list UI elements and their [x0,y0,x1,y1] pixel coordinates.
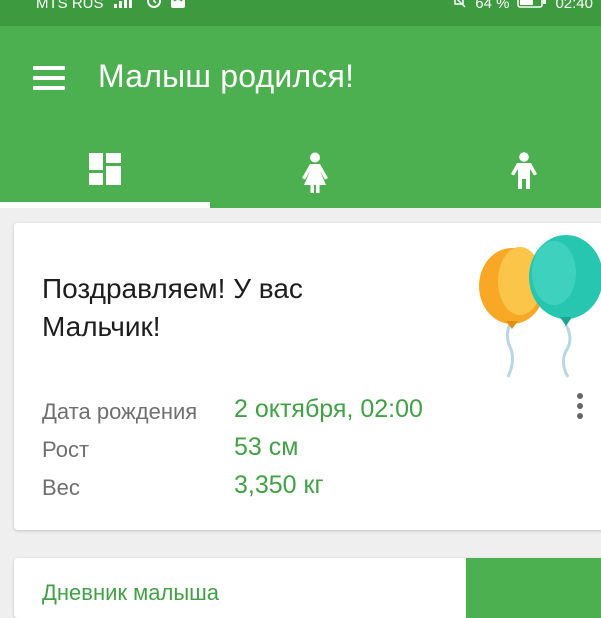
birth-date-value: 2 октября, 02:00 [234,395,423,423]
mother-icon [302,152,328,193]
selected-tab-indicator [0,202,210,208]
tab-dashboard[interactable] [5,138,205,208]
dashboard-icon [89,153,121,185]
height-label: Рост [42,437,90,462]
carrier-label: MTS RUS [36,0,104,12]
birth-date-label: Дата рождения [42,399,198,424]
battery-icon [517,0,547,13]
clock: 02:40 [555,0,593,12]
alarm-icon [146,0,162,13]
height-value: 53 см [234,433,299,461]
weight-value: 3,350 кг [234,471,324,499]
weight-label: Вес [42,475,80,500]
wifi-icon [170,0,186,13]
birth-info-card: Поздравляем! У вас Мальчик! Дата рождени… [14,223,601,530]
tab-child[interactable] [424,138,601,208]
tab-mother[interactable] [215,138,415,208]
battery-percent: 64 % [475,0,510,12]
child-icon [511,152,537,189]
app-title: Малыш родился! [98,58,355,94]
more-options-button[interactable] [572,393,588,421]
mute-icon [451,0,467,13]
app-bar: Малыш родился! [0,26,601,208]
balloons-icon [479,235,601,378]
baby-diary-title: Дневник малыша [42,580,220,605]
congratulations-message: Поздравляем! У вас Мальчик! [42,273,303,342]
status-bar: MTS RUS 64 % 02:40 [0,0,601,26]
diary-image-area [466,558,601,618]
hamburger-menu-button[interactable] [33,66,65,90]
signal-icon [112,0,138,12]
baby-diary-card[interactable]: Дневник малыша [14,558,601,618]
